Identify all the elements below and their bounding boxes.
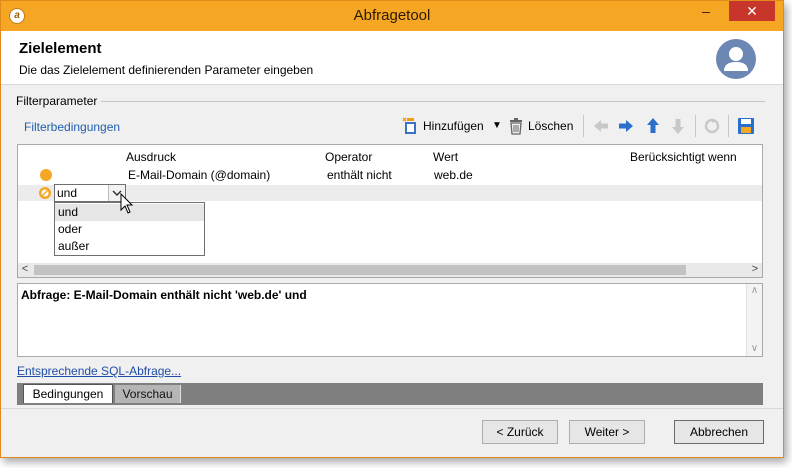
scroll-down-icon[interactable]: ∨ (747, 342, 762, 356)
toolbar-separator (728, 115, 729, 137)
row-expression[interactable]: E-Mail-Domain (@domain) (128, 168, 270, 182)
add-dropdown-arrow-icon[interactable]: ▼ (492, 115, 502, 137)
add-button[interactable]: Hinzufügen (423, 115, 484, 137)
query-text: Abfrage: E-Mail-Domain enthält nicht 'we… (21, 288, 307, 302)
query-preview-box[interactable]: Abfrage: E-Mail-Domain enthält nicht 'we… (17, 283, 763, 357)
save-icon[interactable] (737, 117, 755, 135)
logical-operator-select[interactable]: und (54, 184, 126, 202)
toolbar-separator (695, 115, 696, 137)
trash-icon[interactable] (507, 117, 525, 135)
refresh-icon[interactable] (703, 117, 721, 135)
column-header-expression[interactable]: Ausdruck (126, 150, 176, 164)
toolbar-separator (583, 115, 584, 137)
wizard-header: Zielelement Die das Zielelement definier… (1, 31, 783, 85)
back-button[interactable]: < Zurück (482, 420, 558, 444)
scroll-right-icon[interactable]: > (748, 263, 762, 277)
filter-group-label: Filterparameter (16, 94, 102, 108)
next-button[interactable]: Weiter > (569, 420, 645, 444)
window-title: Abfragetool (353, 7, 431, 24)
delete-button[interactable]: Löschen (528, 115, 573, 137)
mouse-cursor-icon (120, 192, 134, 215)
arrow-down-icon[interactable] (669, 117, 687, 135)
sql-query-link[interactable]: Entsprechende SQL-Abfrage... (17, 364, 181, 378)
row-operator[interactable]: enthält nicht (327, 168, 392, 182)
scrollbar-thumb[interactable] (34, 265, 686, 275)
row-value[interactable]: web.de (434, 168, 473, 182)
column-header-operator[interactable]: Operator (325, 150, 372, 164)
vertical-scrollbar[interactable]: ∧ ∨ (746, 284, 762, 356)
cancel-button[interactable]: Abbrechen (674, 420, 764, 444)
footer-divider (1, 408, 783, 409)
group-divider (99, 101, 765, 102)
page-title: Zielelement (19, 40, 102, 57)
dropdown-option-oder[interactable]: oder (55, 221, 204, 238)
arrow-left-icon[interactable] (592, 117, 610, 135)
tab-conditions[interactable]: Bedingungen (23, 384, 113, 403)
title-bar: a Abfragetool – ✕ (1, 1, 783, 31)
add-condition-icon[interactable] (402, 117, 420, 135)
page-subtitle: Die das Zielelement definierenden Parame… (19, 63, 314, 77)
arrow-up-icon[interactable] (644, 117, 662, 135)
filter-conditions-link[interactable]: Filterbedingungen (24, 120, 120, 134)
close-button[interactable]: ✕ (729, 1, 775, 21)
logical-operator-icon (38, 186, 52, 200)
condition-dot-icon (40, 169, 52, 181)
dropdown-option-ausser[interactable]: außer (55, 238, 204, 255)
scroll-up-icon[interactable]: ∧ (747, 284, 762, 298)
query-tool-window: a Abfragetool – ✕ Zielelement Die das Zi… (0, 0, 784, 458)
column-header-considered-when[interactable]: Berücksichtigt wenn (630, 150, 737, 164)
scroll-left-icon[interactable]: < (18, 263, 32, 277)
column-header-value[interactable]: Wert (433, 150, 458, 164)
tab-strip: Bedingungen Vorschau (17, 383, 763, 405)
user-avatar-icon (716, 39, 756, 79)
combo-value: und (57, 186, 78, 200)
arrow-right-icon[interactable] (617, 117, 635, 135)
minimize-button[interactable]: – (691, 1, 721, 23)
tab-preview[interactable]: Vorschau (115, 385, 181, 403)
horizontal-scrollbar[interactable]: < > (18, 263, 762, 277)
